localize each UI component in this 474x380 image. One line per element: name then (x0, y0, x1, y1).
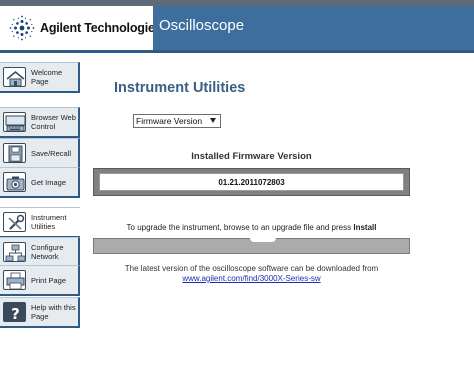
sidebar-item-label: Save/Recall (31, 149, 72, 158)
brand-name: Agilent Technologies (40, 21, 162, 35)
agilent-spark-icon (9, 15, 35, 41)
sidebar-item-label: Configure Network (31, 243, 64, 261)
sidebar-item-label: Print Page (31, 276, 67, 285)
help-icon: ? (3, 302, 26, 322)
header-bar: Oscilloscope (153, 6, 474, 50)
firmware-version-value: 01.21.2011072803 (218, 178, 285, 187)
page-title: Instrument Utilities (114, 80, 246, 96)
upgrade-instructions-text: To upgrade the instrument, browse to an … (126, 223, 354, 232)
utility-select-value: Firmware Version (136, 116, 203, 126)
sidebar-item-configure-network[interactable]: Configure Network (0, 237, 80, 268)
download-info: The latest version of the oscilloscope s… (93, 264, 410, 284)
tools-icon (3, 212, 26, 232)
svg-text:?: ? (11, 305, 20, 322)
download-link[interactable]: www.agilent.com/find/3000X-Series-sw (182, 274, 320, 284)
brand-logo: Agilent Technologies (0, 6, 162, 50)
keyboard-icon (3, 112, 26, 132)
sidebar-item-label: Welcome Page (31, 68, 63, 86)
installed-firmware-heading: Installed Firmware Version (191, 151, 312, 162)
install-keyword: Install (353, 223, 377, 232)
sidebar-item-label: Browser Web Control (31, 113, 76, 131)
upgrade-file-panel[interactable] (93, 238, 410, 254)
sidebar-item-label: Instrument Utilities (31, 213, 67, 231)
upgrade-panel-tab (250, 238, 276, 242)
network-icon (3, 242, 26, 262)
home-icon (3, 67, 26, 87)
utility-select[interactable]: Firmware Version (133, 114, 221, 128)
upgrade-instructions: To upgrade the instrument, browse to an … (93, 223, 410, 232)
sidebar-item-browser-web-control[interactable]: Browser Web Control (0, 107, 80, 138)
sidebar-item-print-page[interactable]: Print Page (0, 265, 80, 296)
sidebar-item-save-recall[interactable]: Save/Recall (0, 138, 80, 169)
sidebar-item-get-image[interactable]: Get Image (0, 167, 80, 198)
sidebar-item-welcome-page[interactable]: Welcome Page (0, 62, 80, 93)
app-title: Oscilloscope (159, 17, 245, 34)
firmware-version-panel: 01.21.2011072803 (93, 168, 410, 196)
sidebar-item-label: Help with this Page (31, 303, 76, 321)
camera-icon (3, 172, 26, 192)
chevron-down-icon (210, 118, 216, 123)
sidebar-item-label: Get Image (31, 178, 67, 187)
sidebar-item-instrument-utilities[interactable]: Instrument Utilities (0, 207, 80, 238)
sidebar: Welcome Page Browser Web Control Save/Re… (0, 53, 80, 380)
sidebar-item-help[interactable]: ? Help with this Page (0, 297, 80, 328)
download-info-text: The latest version of the oscilloscope s… (124, 264, 379, 273)
firmware-version-field: 01.21.2011072803 (99, 173, 404, 191)
floppy-disk-icon (3, 143, 26, 163)
printer-icon (3, 270, 26, 290)
